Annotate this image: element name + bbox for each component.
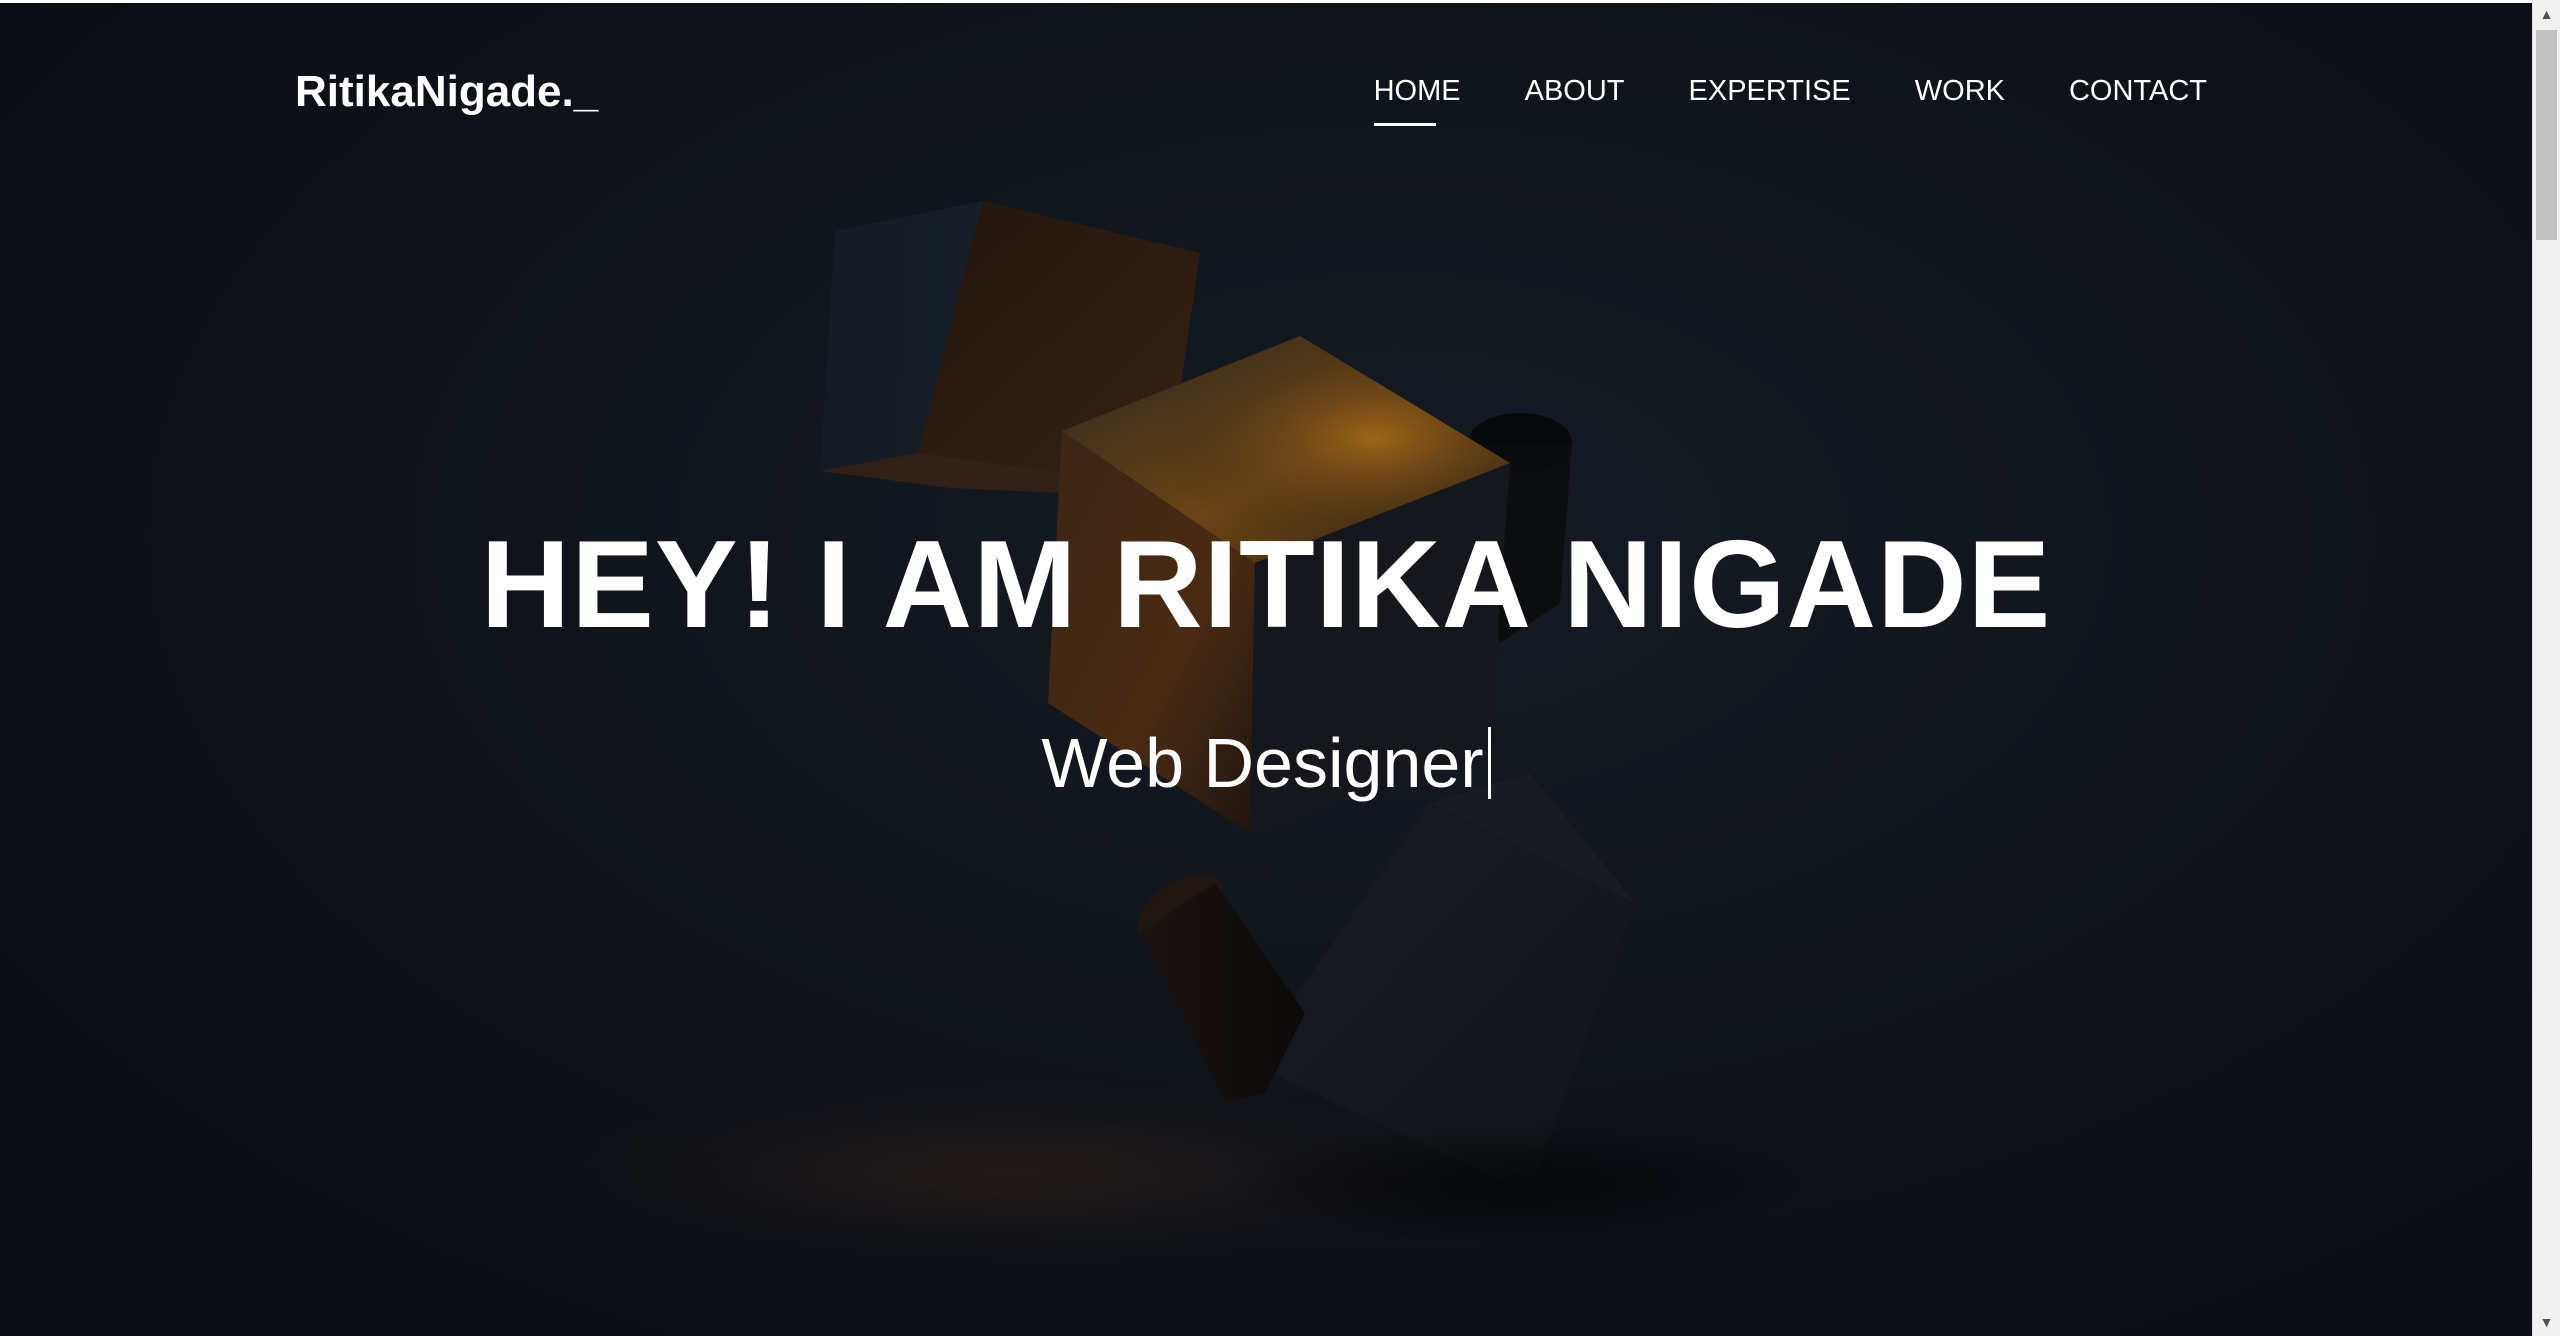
nav-item-work[interactable]: WORK — [1915, 75, 2005, 108]
nav-item-home[interactable]: HOME — [1373, 75, 1461, 126]
hero-subtitle-wrapper: Web Designer — [0, 727, 2532, 799]
site-logo[interactable]: RitikaNigade._ — [295, 67, 598, 117]
main-nav: HOME ABOUT EXPERTISE WORK CONTACT — [1373, 75, 2207, 126]
vertical-scrollbar[interactable]: ▲ ▼ — [2532, 0, 2560, 1336]
nav-item-contact[interactable]: CONTACT — [2069, 75, 2207, 108]
nav-item-expertise[interactable]: EXPERTISE — [1689, 75, 1851, 108]
typing-caret — [1487, 727, 1491, 799]
hero-title: HEY! I AM RITIKA NIGADE — [480, 516, 2052, 654]
hero-section: RitikaNigade._ HOME ABOUT EXPERTISE WORK… — [0, 3, 2532, 1336]
triangle-down-icon[interactable]: ▼ — [2533, 1308, 2560, 1336]
hero-subtitle: Web Designer — [1041, 724, 1484, 802]
floor-shadow — [1240, 1123, 1800, 1243]
nav-item-about[interactable]: ABOUT — [1525, 75, 1625, 108]
triangle-up-icon[interactable]: ▲ — [2533, 0, 2560, 28]
scrollbar-thumb[interactable] — [2536, 30, 2557, 240]
navbar: RitikaNigade._ HOME ABOUT EXPERTISE WORK… — [0, 3, 2532, 153]
